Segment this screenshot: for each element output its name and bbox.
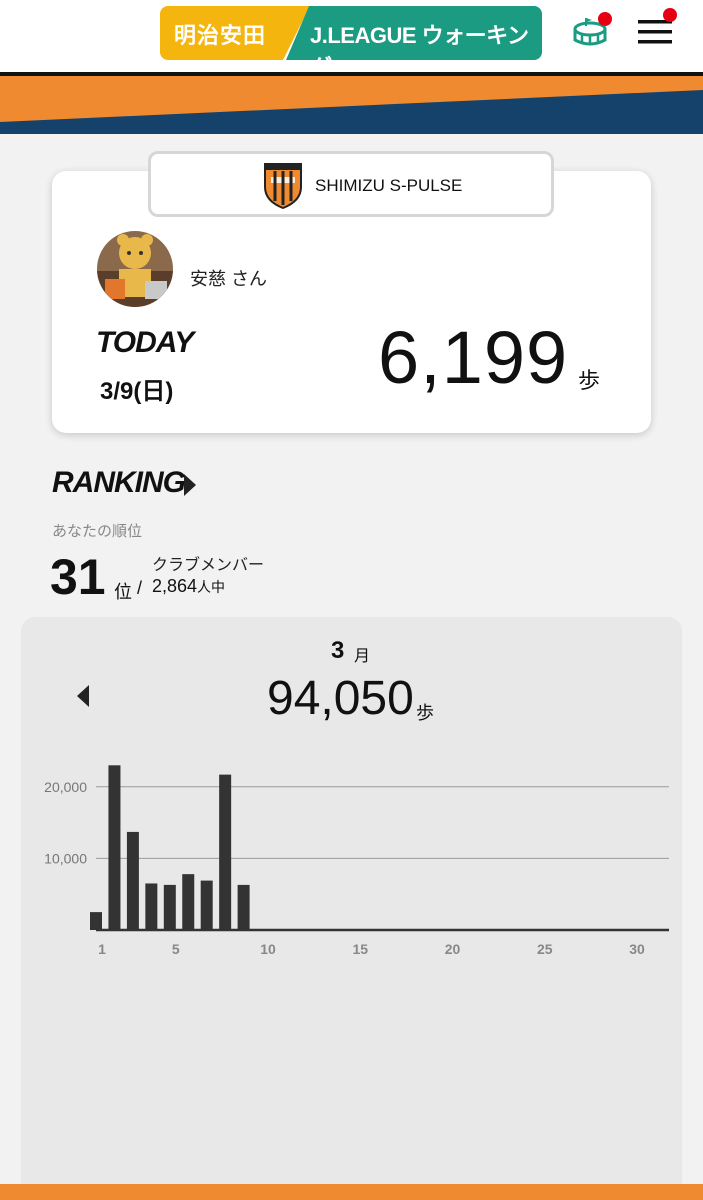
rank-value: 31	[50, 549, 106, 605]
x-tick-label: 30	[629, 941, 645, 957]
chart-bar	[108, 765, 121, 930]
footer-bar	[0, 1184, 703, 1200]
x-tick-label: 15	[353, 941, 369, 957]
stadium-button[interactable]	[572, 12, 612, 50]
stadium-notification-dot	[598, 12, 612, 26]
app-header: 明治安田 J.LEAGUE ウォーキング	[0, 0, 703, 80]
today-label: TODAY	[96, 326, 194, 359]
rank-separator: /	[137, 578, 143, 598]
app-logo[interactable]: 明治安田 J.LEAGUE ウォーキング	[160, 6, 542, 80]
monthly-total-unit: 歩	[416, 703, 434, 723]
monthly-panel: 3 月 94,050 歩 10,000 20,000 1 5 10 15 20 25 30	[21, 617, 682, 1200]
x-tick-label: 1	[98, 941, 106, 957]
members-label: クラブメンバー	[152, 557, 265, 574]
monthly-total: 94,050	[267, 672, 414, 725]
chart-bar	[90, 912, 102, 930]
chart-bar	[182, 874, 195, 930]
month-unit: 月	[354, 648, 371, 665]
avatar-image	[97, 231, 173, 307]
chart-bar	[126, 831, 139, 930]
club-crest-icon	[264, 163, 302, 209]
club-name: SHIMIZU S-PULSE	[315, 176, 463, 195]
avatar[interactable]	[97, 231, 173, 307]
month-value: 3	[331, 637, 345, 664]
steps-unit: 歩	[578, 368, 601, 393]
y-tick-label: 20,000	[44, 779, 87, 795]
user-name: 安慈 さん	[190, 269, 268, 289]
prev-month-arrow-icon[interactable]	[77, 685, 89, 707]
chart-bar	[200, 880, 213, 930]
header-banner	[0, 76, 703, 134]
ranking-arrow-icon[interactable]	[184, 474, 196, 496]
today-date: 3/9(日)	[100, 378, 174, 405]
club-tab[interactable]: SHIMIZU S-PULSE	[148, 151, 554, 217]
chart-bar	[219, 774, 232, 930]
menu-button[interactable]	[636, 8, 677, 48]
x-tick-label: 5	[172, 941, 180, 957]
rank-unit: 位	[114, 582, 132, 602]
members-count: 2,864人中	[152, 576, 225, 597]
members-count-value: 2,864	[152, 576, 198, 596]
today-steps: 6,199	[378, 316, 569, 399]
logo-left-text: 明治安田	[174, 23, 267, 48]
chart-bar	[237, 884, 250, 930]
x-tick-label: 25	[537, 941, 553, 957]
members-unit: 人中	[197, 579, 226, 595]
x-tick-label: 10	[260, 941, 276, 957]
monthly-steps-chart: 10,00020,0001 5 10 15 20 25 30	[44, 765, 669, 957]
y-tick-label: 10,000	[44, 850, 87, 866]
chart-bar	[145, 883, 158, 930]
chart-bar	[163, 884, 176, 930]
menu-notification-dot	[663, 8, 677, 22]
x-tick-label: 20	[445, 941, 461, 957]
ranking-title[interactable]: RANKING	[52, 466, 186, 500]
rank-label: あなたの順位	[52, 523, 143, 540]
